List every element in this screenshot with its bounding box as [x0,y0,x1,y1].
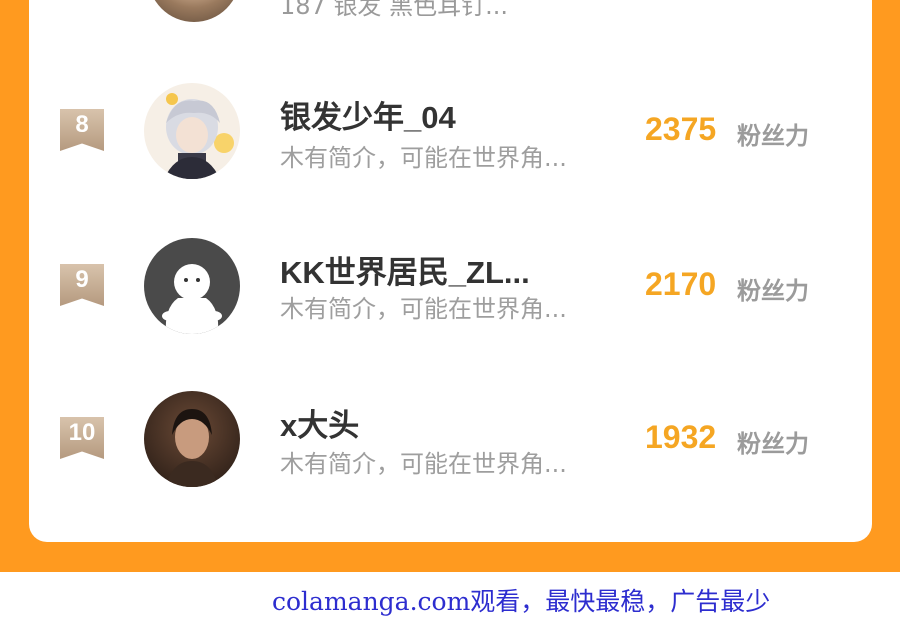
user-bio: 木有简介，可能在世界角... [280,295,567,323]
ranking-row[interactable]: 10 x大头 木有简介，可能在世界角... 1932 粉丝力 [0,386,900,496]
avatar[interactable] [144,391,240,487]
default-ghost-avatar-icon [144,238,240,334]
avatar[interactable] [144,238,240,334]
ranking-row[interactable]: 8 银发少年_04 木有简介，可能在世界角... 2375 粉丝力 [0,78,900,188]
rank-badge: 10 [60,417,104,459]
fans-label: 粉丝力 [737,430,809,458]
user-name[interactable]: 银发少年_04 [280,92,456,137]
fans-count: 2170 [645,266,717,302]
fans-count: 1932 [645,419,717,455]
rank-badge: 8 [60,109,104,151]
rank-number: 10 [68,419,96,446]
user-name[interactable]: x大头 [280,400,359,445]
fans-label: 粉丝力 [737,277,809,305]
fans-count: 2375 [645,111,717,147]
user-bio: 187 银发 黑色耳钉... [280,0,508,20]
user-bio: 木有简介，可能在世界角... [280,450,567,478]
anime-silver-hair-avatar-icon [144,83,240,179]
footer-banner: colamanga.com观看，最快最稳，广告最少 [0,572,900,627]
user-name[interactable]: KK世界居民_ZL... [280,247,530,292]
user-bio: 木有简介，可能在世界角... [280,144,567,172]
portrait-photo-avatar-icon [144,391,240,487]
rank-badge: 9 [60,264,104,306]
avatar[interactable] [144,83,240,179]
rank-number: 9 [75,266,89,293]
rank-number: 8 [75,111,89,138]
watermark-text: colamanga.com观看，最快最稳，广告最少 [272,587,771,616]
ranking-row[interactable]: 9 KK世界居民_ZL... 木有简介，可能在世界角... 2170 粉丝力 [0,233,900,343]
fans-label: 粉丝力 [737,122,809,150]
